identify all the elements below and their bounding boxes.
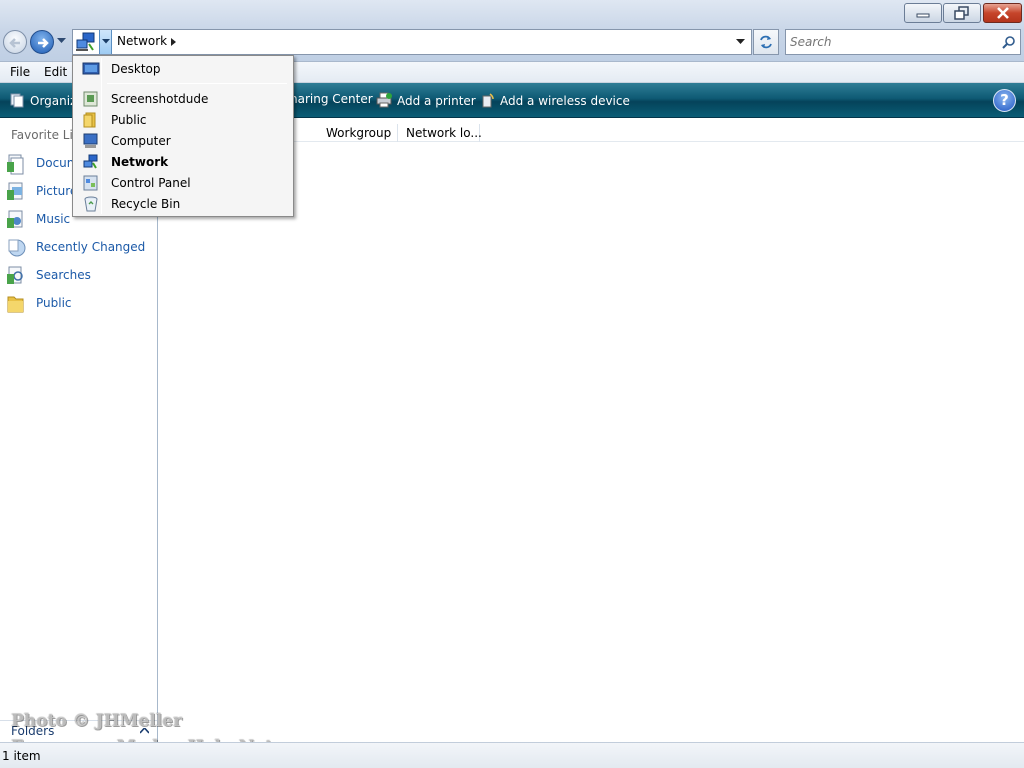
forward-arrow-icon <box>38 38 49 48</box>
help-icon: ? <box>1000 91 1009 109</box>
menu-file[interactable]: File <box>10 65 30 79</box>
close-button[interactable] <box>983 3 1022 23</box>
status-bar: 1 item <box>0 742 1024 768</box>
back-button[interactable] <box>3 30 27 54</box>
breadcrumb-chevron-icon[interactable] <box>171 38 176 46</box>
favorite-links-title: Favorite Lin <box>11 128 81 142</box>
favorite-link-label: Music <box>36 212 71 226</box>
dropdown-item-label: Computer <box>111 134 171 148</box>
dropdown-item-control-panel[interactable]: Control Panel <box>75 173 291 193</box>
recently-changed-icon <box>8 239 26 257</box>
menu-edit[interactable]: Edit <box>44 65 67 79</box>
favorite-link-label: Searches <box>36 268 91 282</box>
minimize-button[interactable] <box>904 3 942 23</box>
dropdown-item-computer[interactable]: Computer <box>75 131 291 151</box>
dropdown-item-label: Public <box>111 113 147 127</box>
dropdown-item-label: Desktop <box>111 62 161 76</box>
dropdown-item-label: Screenshotdude <box>111 92 209 106</box>
favorite-link-searches[interactable]: Searches <box>6 265 156 287</box>
column-header-workgroup[interactable]: Workgroup <box>320 124 398 142</box>
pictures-icon <box>7 182 23 200</box>
forward-button[interactable] <box>30 30 54 54</box>
close-icon <box>996 7 1009 19</box>
dropdown-item-label: Control Panel <box>111 176 191 190</box>
chevron-down-icon <box>102 39 110 44</box>
favorite-link-public[interactable]: Public <box>6 293 156 315</box>
refresh-icon <box>760 35 772 49</box>
add-wireless-device-button[interactable]: Add a wireless device <box>481 92 630 108</box>
address-dropdown-icon[interactable] <box>736 39 745 45</box>
recent-pages-dropdown-icon[interactable] <box>57 38 66 44</box>
status-item-count: 1 item <box>2 749 41 763</box>
breadcrumb-network[interactable]: Network <box>117 34 167 48</box>
add-wireless-device-label: Add a wireless device <box>500 94 630 108</box>
user-folder-icon <box>83 91 98 107</box>
restore-button[interactable] <box>943 3 981 23</box>
favorite-link-label: Public <box>36 296 72 310</box>
column-header-network-location[interactable]: Network lo... <box>400 124 482 142</box>
searches-icon <box>7 266 23 284</box>
folder-icon <box>83 112 96 128</box>
network-icon <box>83 154 98 169</box>
documents-icon <box>7 154 24 175</box>
dropdown-item-screenshotdude[interactable]: Screenshotdude <box>75 89 291 109</box>
window-chrome: Network <box>0 0 1024 62</box>
address-bar[interactable]: Network <box>72 29 752 55</box>
watermark-line-1: Photo © JHMeller <box>11 711 182 731</box>
restore-icon <box>954 6 969 20</box>
dropdown-item-desktop[interactable]: Desktop <box>75 59 291 79</box>
add-printer-button[interactable]: Add a printer <box>376 92 476 108</box>
network-icon <box>73 30 99 54</box>
organize-button[interactable]: Organiz <box>9 92 76 108</box>
refresh-button[interactable] <box>753 29 779 55</box>
sharing-center-button[interactable]: haring Center <box>290 92 373 106</box>
sharing-center-label: haring Center <box>290 92 373 106</box>
dropdown-item-network[interactable]: Network <box>75 152 291 172</box>
computer-icon <box>83 133 98 148</box>
control-panel-icon <box>83 175 98 191</box>
wireless-device-icon <box>482 93 494 108</box>
address-dropdown-menu: Desktop Screenshotdude Public Computer N… <box>72 55 294 217</box>
dropdown-item-recycle-bin[interactable]: Recycle Bin <box>75 194 291 214</box>
dropdown-item-label: Network <box>111 155 169 169</box>
back-arrow-icon <box>9 38 20 48</box>
favorite-link-label: Recently Changed <box>36 240 146 254</box>
printer-icon <box>376 92 392 108</box>
help-button[interactable]: ? <box>993 89 1016 112</box>
minimize-icon <box>916 13 930 18</box>
add-printer-label: Add a printer <box>397 94 476 108</box>
search-box[interactable] <box>785 29 1021 55</box>
search-input[interactable] <box>790 34 990 50</box>
desktop-icon <box>82 62 100 75</box>
organize-icon <box>10 93 24 108</box>
dropdown-item-label: Recycle Bin <box>111 197 181 211</box>
favorite-link-recently-changed[interactable]: Recently Changed <box>6 237 156 259</box>
recycle-bin-icon <box>84 196 98 212</box>
address-history-button[interactable] <box>99 30 112 54</box>
magnifier-icon[interactable] <box>1002 35 1016 49</box>
dropdown-separator <box>107 83 287 84</box>
organize-label: Organiz <box>30 94 77 108</box>
dropdown-item-public[interactable]: Public <box>75 110 291 130</box>
music-icon <box>7 210 23 228</box>
folder-icon <box>7 296 24 313</box>
